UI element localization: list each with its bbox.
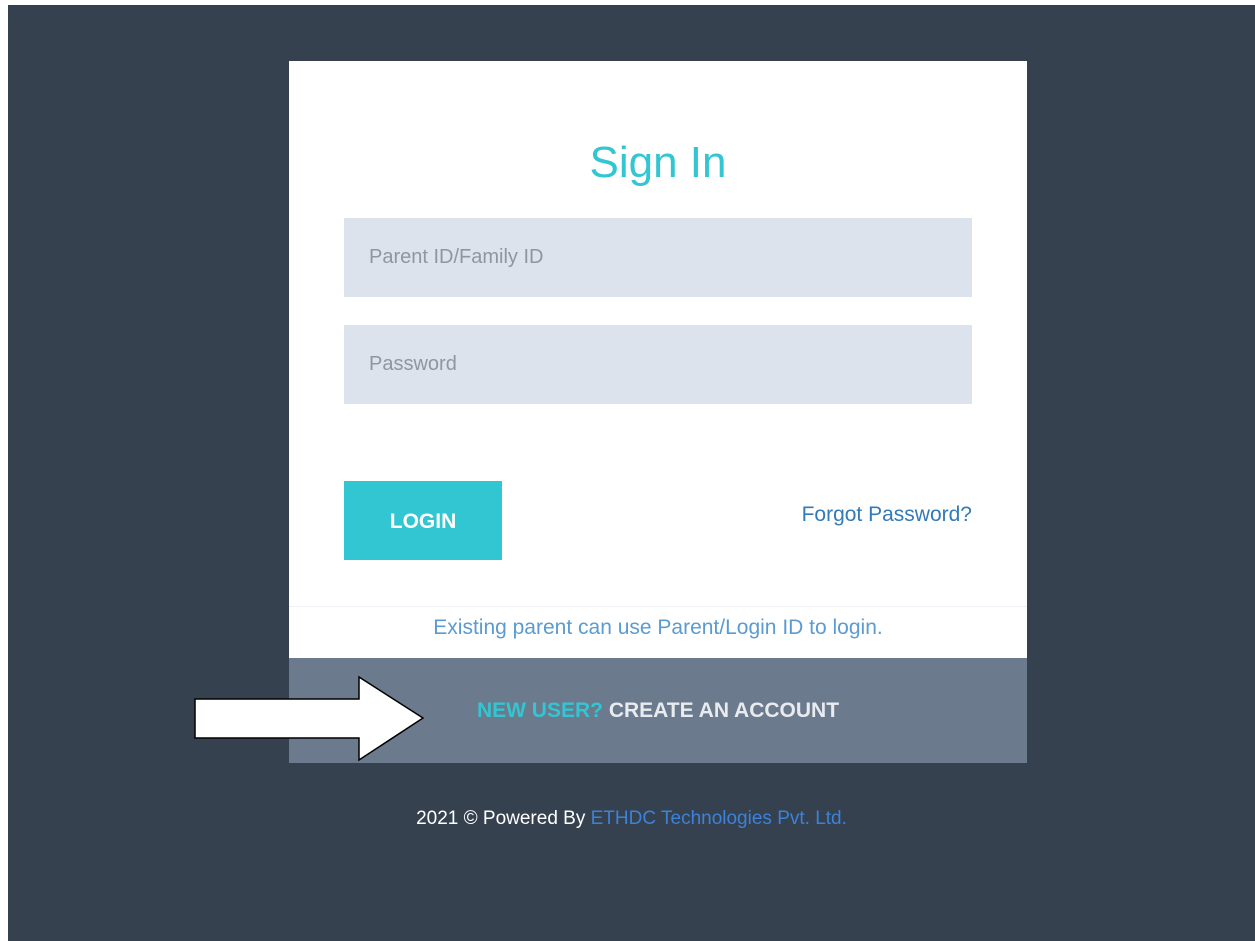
create-account-label: CREATE AN ACCOUNT: [608, 699, 840, 722]
footer-prefix: 2021 © Powered By: [416, 808, 586, 829]
page-background: Sign In LOGIN Forgot Password? Existing …: [8, 5, 1255, 941]
page-title: Sign In: [589, 138, 727, 187]
signin-card: Sign In LOGIN Forgot Password? Existing …: [289, 61, 1027, 658]
parent-id-input[interactable]: [344, 218, 972, 297]
divider: [289, 606, 1027, 607]
right-arrow-icon: [194, 675, 425, 762]
password-input[interactable]: [344, 325, 972, 404]
existing-parent-note: Existing parent can use Parent/Login ID …: [433, 616, 883, 639]
new-user-label: NEW USER?: [476, 699, 603, 722]
forgot-password-link[interactable]: Forgot Password?: [802, 502, 972, 528]
company-link[interactable]: ETHDC Technologies Pvt. Ltd.: [591, 808, 847, 829]
login-button[interactable]: LOGIN: [344, 481, 502, 560]
footer: 2021 © Powered By ETHDC Technologies Pvt…: [8, 807, 1255, 831]
